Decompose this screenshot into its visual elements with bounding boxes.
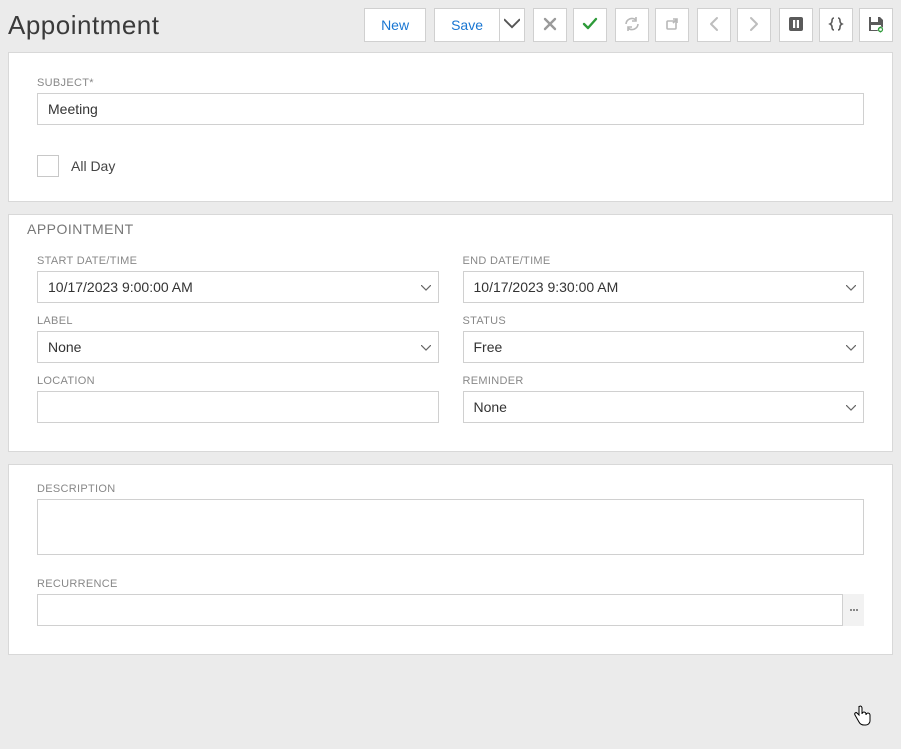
save-button[interactable]: Save — [434, 8, 500, 42]
subject-label: SUBJECT* — [37, 77, 864, 89]
detach-icon — [664, 16, 680, 35]
check-icon — [581, 15, 599, 36]
start-datetime-input[interactable] — [37, 271, 439, 303]
description-input[interactable] — [37, 499, 864, 555]
page-title: Appointment — [8, 6, 159, 41]
caret-down-icon — [504, 16, 520, 35]
end-label: END DATE/TIME — [463, 255, 865, 267]
end-datetime-input[interactable] — [463, 271, 865, 303]
refresh-button[interactable] — [615, 8, 649, 42]
pause-button[interactable] — [779, 8, 813, 42]
location-label: LOCATION — [37, 375, 439, 387]
status-select[interactable] — [463, 331, 865, 363]
section-title: APPOINTMENT — [27, 221, 864, 237]
all-day-checkbox[interactable] — [37, 155, 59, 177]
next-button[interactable] — [737, 8, 771, 42]
save-disk-icon — [867, 15, 885, 36]
status-label: STATUS — [463, 315, 865, 327]
pause-icon — [788, 16, 804, 35]
appointment-card: APPOINTMENT START DATE/TIME END DATE/TIM… — [8, 214, 893, 452]
braces-button[interactable] — [819, 8, 853, 42]
description-label: DESCRIPTION — [37, 483, 864, 495]
label-select[interactable] — [37, 331, 439, 363]
detach-button[interactable] — [655, 8, 689, 42]
chevron-right-icon — [746, 16, 762, 35]
subject-card: SUBJECT* All Day — [8, 52, 893, 202]
recurrence-label: RECURRENCE — [37, 578, 864, 590]
new-button[interactable]: New — [364, 8, 426, 42]
location-input[interactable] — [37, 391, 439, 423]
subject-input[interactable] — [37, 93, 864, 125]
braces-icon — [828, 16, 844, 35]
reminder-label: REMINDER — [463, 375, 865, 387]
save-dropdown-button[interactable] — [500, 8, 525, 42]
recurrence-open-button[interactable] — [842, 594, 864, 626]
close-icon — [542, 16, 558, 35]
start-label: START DATE/TIME — [37, 255, 439, 267]
prev-button[interactable] — [697, 8, 731, 42]
chevron-left-icon — [706, 16, 722, 35]
refresh-icon — [624, 16, 640, 35]
save-layout-button[interactable] — [859, 8, 893, 42]
cursor-pointer-icon — [852, 704, 872, 731]
cancel-button[interactable] — [533, 8, 567, 42]
recurrence-input[interactable] — [37, 594, 864, 626]
all-day-label: All Day — [71, 158, 115, 174]
toolbar: New Save — [364, 6, 893, 42]
confirm-button[interactable] — [573, 8, 607, 42]
label-field-label: LABEL — [37, 315, 439, 327]
reminder-select[interactable] — [463, 391, 865, 423]
description-card: DESCRIPTION RECURRENCE — [8, 464, 893, 655]
